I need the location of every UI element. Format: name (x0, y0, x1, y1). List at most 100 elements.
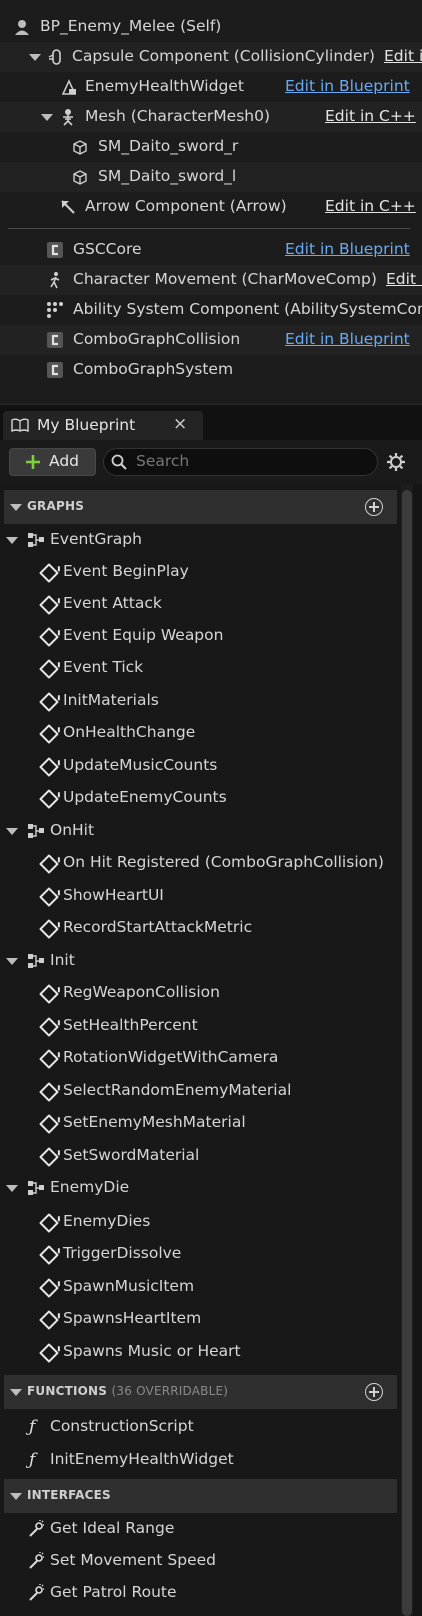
event-row[interactable]: SetEnemyMeshMaterial (0, 1108, 422, 1138)
expand-caret-icon[interactable] (6, 1185, 18, 1192)
graph-row[interactable]: EnemyDie (0, 1173, 422, 1203)
event-row[interactable]: On Hit Registered (ComboGraphCollision) (0, 848, 422, 878)
event-row[interactable]: SpawnMusicItem (0, 1272, 422, 1302)
graph-row[interactable]: EventGraph (0, 525, 422, 555)
graph-icon (28, 533, 44, 547)
event-icon (39, 1310, 59, 1330)
event-row[interactable]: Event Equip Weapon (0, 621, 422, 651)
event-label: Event Equip Weapon (63, 626, 224, 644)
section-functions[interactable]: FUNCTIONS (36 OVERRIDABLE) (4, 1375, 397, 1409)
event-row[interactable]: OnHealthChange (0, 718, 422, 748)
event-row[interactable]: RotationWidgetWithCamera (0, 1043, 422, 1073)
event-row[interactable]: EnemyDies (0, 1207, 422, 1237)
tab-bar: My Blueprint × (0, 404, 422, 441)
event-icon (39, 692, 59, 712)
expand-caret-icon[interactable] (29, 54, 41, 61)
component-row[interactable]: Mesh (CharacterMesh0) Edit in C++ (0, 102, 422, 132)
event-label: RegWeaponCollision (63, 983, 220, 1001)
event-row[interactable]: UpdateMusicCounts (0, 751, 422, 781)
component-row[interactable]: Capsule Component (CollisionCylinder) Ed… (0, 42, 422, 72)
event-row[interactable]: Event Tick (0, 653, 422, 683)
event-row[interactable]: SelectRandomEnemyMaterial (0, 1076, 422, 1106)
function-label: ConstructionScript (50, 1417, 194, 1435)
section-functions-sub: (36 OVERRIDABLE) (111, 1384, 229, 1398)
interface-row[interactable]: Get Patrol Route (0, 1578, 422, 1608)
event-row[interactable]: SetSwordMaterial (0, 1141, 422, 1171)
tab-my-blueprint[interactable]: My Blueprint × (3, 411, 203, 441)
expand-caret-icon[interactable] (6, 828, 18, 835)
add-button[interactable]: Add (9, 448, 96, 476)
close-icon[interactable]: × (173, 414, 187, 434)
event-icon (39, 1082, 59, 1102)
ability-system-icon (47, 302, 63, 318)
gear-icon[interactable] (386, 452, 406, 472)
event-row[interactable]: Event BeginPlay (0, 557, 422, 587)
static-mesh-icon (73, 140, 87, 155)
graph-icon (28, 1181, 44, 1195)
edit-blueprint-link[interactable]: Edit in Blueprint (285, 330, 410, 348)
event-label: Spawns Music or Heart (63, 1342, 241, 1360)
section-graphs[interactable]: GRAPHS (4, 490, 397, 524)
book-icon (11, 418, 29, 432)
event-row[interactable]: InitMaterials (0, 686, 422, 716)
event-icon (39, 1245, 59, 1265)
event-row[interactable]: Spawns Music or Heart (0, 1337, 422, 1367)
tab-title: My Blueprint (37, 416, 136, 434)
event-row[interactable]: ShowHeartUI (0, 881, 422, 911)
search-input[interactable]: Search (103, 448, 378, 476)
event-icon (39, 984, 59, 1004)
event-icon (39, 887, 59, 907)
component-row[interactable]: Character Movement (CharMoveComp) Edit i… (0, 265, 422, 295)
event-icon (39, 659, 59, 679)
edit-cpp-link[interactable]: Edit in C++ (325, 107, 416, 125)
section-interfaces[interactable]: INTERFACES (4, 1479, 397, 1513)
edit-blueprint-link[interactable]: Edit in Blueprint (285, 240, 410, 258)
component-row[interactable]: Ability System Component (AbilitySystemC… (0, 295, 422, 325)
interface-row[interactable]: Get Ideal Range (0, 1514, 422, 1544)
interface-row[interactable]: Set Movement Speed (0, 1546, 422, 1576)
component-row[interactable]: EnemyHealthWidget Edit in Blueprint (0, 72, 422, 102)
event-row[interactable]: Event Attack (0, 589, 422, 619)
component-row[interactable]: ComboGraphCollision Edit in Blueprint (0, 325, 422, 355)
edit-blueprint-link[interactable]: Edit in Blueprint (285, 77, 410, 95)
interface-function-icon (29, 1552, 44, 1569)
component-row[interactable]: SM_Daito_sword_l (0, 162, 422, 192)
event-row[interactable]: UpdateEnemyCounts (0, 783, 422, 813)
component-icon (47, 332, 63, 348)
graph-row[interactable]: OnHit (0, 816, 422, 846)
expand-caret-icon[interactable] (6, 958, 18, 965)
component-root-row[interactable]: BP_Enemy_Melee (Self) (0, 12, 422, 42)
event-label: UpdateEnemyCounts (63, 788, 227, 806)
collapse-caret-icon[interactable] (10, 1493, 22, 1500)
expand-caret-icon[interactable] (41, 114, 53, 121)
edit-cpp-link[interactable]: Edit in C++ (384, 47, 422, 65)
add-function-icon[interactable] (365, 1383, 383, 1401)
event-row[interactable]: RegWeaponCollision (0, 978, 422, 1008)
function-row[interactable]: ƒ ConstructionScript (0, 1412, 422, 1442)
component-label: EnemyHealthWidget (85, 77, 244, 95)
event-icon (39, 1343, 59, 1363)
event-row[interactable]: TriggerDissolve (0, 1239, 422, 1269)
collapse-caret-icon[interactable] (10, 1389, 22, 1396)
component-row[interactable]: SM_Daito_sword_r (0, 132, 422, 162)
component-row[interactable]: Arrow Component (Arrow) Edit in C++ (0, 192, 422, 222)
expand-caret-icon[interactable] (6, 537, 18, 544)
graph-row[interactable]: Init (0, 946, 422, 976)
event-icon (39, 789, 59, 809)
section-functions-title: FUNCTIONS (27, 1384, 108, 1398)
edit-cpp-link[interactable]: Edit in C++ (386, 270, 422, 288)
event-label: SpawnMusicItem (63, 1277, 195, 1295)
event-row[interactable]: RecordStartAttackMetric (0, 913, 422, 943)
event-label: UpdateMusicCounts (63, 756, 218, 774)
edit-cpp-link[interactable]: Edit in C++ (325, 197, 416, 215)
component-row[interactable]: ComboGraphSystem (0, 355, 422, 385)
add-graph-icon[interactable] (365, 498, 383, 516)
event-row[interactable]: SpawnsHeartItem (0, 1304, 422, 1334)
collapse-caret-icon[interactable] (10, 504, 22, 511)
event-label: OnHealthChange (63, 723, 196, 741)
event-label: SetEnemyMeshMaterial (63, 1113, 246, 1131)
function-row[interactable]: ƒ InitEnemyHealthWidget (0, 1445, 422, 1475)
event-row[interactable]: SetHealthPercent (0, 1011, 422, 1041)
component-label: Arrow Component (Arrow) (85, 197, 287, 215)
component-row[interactable]: GSCCore Edit in Blueprint (0, 235, 422, 265)
